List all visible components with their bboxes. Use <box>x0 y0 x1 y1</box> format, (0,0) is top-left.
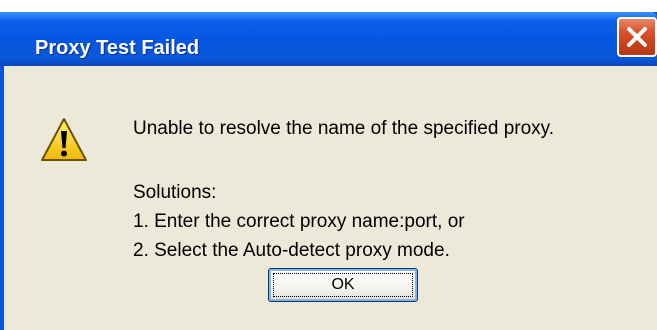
solutions-block: Solutions: 1. Enter the correct proxy na… <box>133 178 465 265</box>
ok-button[interactable]: OK <box>268 268 418 302</box>
ok-button-label: OK <box>331 276 355 293</box>
warning-icon <box>41 118 87 161</box>
dialog-title: Proxy Test Failed <box>35 37 200 59</box>
solution-item: 2. Select the Auto-detect proxy mode. <box>133 240 450 261</box>
close-button[interactable] <box>617 17 657 57</box>
solution-item: 1. Enter the correct proxy name:port, or <box>133 211 465 232</box>
solutions-heading: Solutions: <box>133 182 217 203</box>
error-message: Unable to resolve the name of the specif… <box>133 118 555 139</box>
proxy-test-failed-dialog: Proxy Test Failed Unable to resolve the … <box>0 12 657 330</box>
dialog-body: Unable to resolve the name of the specif… <box>4 66 657 330</box>
title-bar[interactable]: Proxy Test Failed <box>0 12 657 66</box>
close-icon <box>627 27 647 47</box>
